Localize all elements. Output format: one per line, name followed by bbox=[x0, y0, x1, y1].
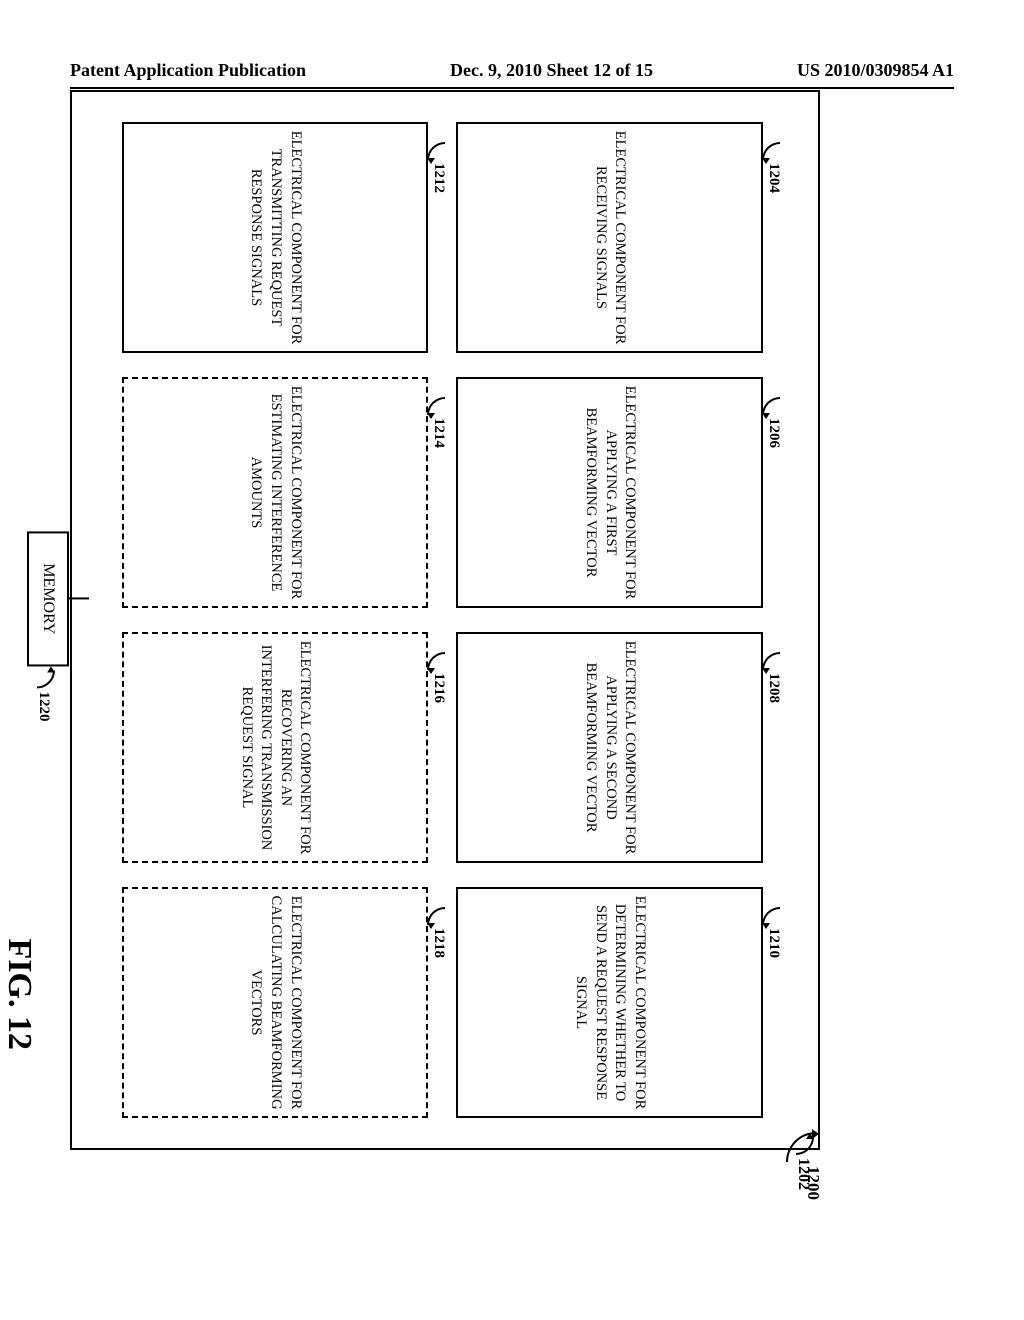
ref-1214: 1214 bbox=[431, 397, 449, 448]
cell-1206: 1206 ELECTRICAL COMPONENT FOR APPLYING A… bbox=[457, 377, 764, 608]
ref-1202: 1202 bbox=[794, 1137, 812, 1190]
cell-1216: 1216 ELECTRICAL COMPONENT FOR RECOVERING… bbox=[122, 632, 429, 863]
ref-1210: 1210 bbox=[765, 907, 783, 958]
cell-1212: 1212 ELECTRICAL COMPONENT FOR TRANSMITTI… bbox=[122, 122, 429, 353]
figure-label: FIG. 12 bbox=[0, 939, 38, 1050]
memory-connector bbox=[69, 598, 89, 600]
header-right: US 2010/0309854 A1 bbox=[797, 60, 954, 81]
block-1210: ELECTRICAL COMPONENT FOR DETERMINING WHE… bbox=[457, 887, 764, 1118]
system-1200: 1202 1204 ELECTRICAL COMPONENT FOR RECEI… bbox=[70, 90, 820, 1150]
block-1218: ELECTRICAL COMPONENT FOR CALCULATING BEA… bbox=[122, 887, 429, 1118]
cell-1204: 1204 ELECTRICAL COMPONENT FOR RECEIVING … bbox=[457, 122, 764, 353]
cell-1210: 1210 ELECTRICAL COMPONENT FOR DETERMININ… bbox=[457, 887, 764, 1118]
header-left: Patent Application Publication bbox=[70, 60, 306, 81]
header-center: Dec. 9, 2010 Sheet 12 of 15 bbox=[450, 60, 653, 81]
header-rule bbox=[70, 87, 954, 89]
memory-block: MEMORY bbox=[27, 531, 69, 666]
ref-1212: 1212 bbox=[431, 142, 449, 193]
ref-1204: 1204 bbox=[765, 142, 783, 193]
block-1214: ELECTRICAL COMPONENT FOR ESTIMATING INTE… bbox=[122, 377, 429, 608]
ref-1218: 1218 bbox=[431, 907, 449, 958]
cell-1214: 1214 ELECTRICAL COMPONENT FOR ESTIMATING… bbox=[122, 377, 429, 608]
diagram: 1200 1202 1204 ELECTRICAL COMPONENT FOR … bbox=[70, 90, 820, 1150]
block-1206: ELECTRICAL COMPONENT FOR APPLYING A FIRS… bbox=[457, 377, 764, 608]
block-1208: ELECTRICAL COMPONENT FOR APPLYING A SECO… bbox=[457, 632, 764, 863]
cell-1218: 1218 ELECTRICAL COMPONENT FOR CALCULATIN… bbox=[122, 887, 429, 1118]
component-grid: 1204 ELECTRICAL COMPONENT FOR RECEIVING … bbox=[122, 122, 763, 1118]
page: Patent Application Publication Dec. 9, 2… bbox=[0, 0, 1024, 1320]
ref-1208: 1208 bbox=[765, 652, 783, 703]
block-1212: ELECTRICAL COMPONENT FOR TRANSMITTING RE… bbox=[122, 122, 429, 353]
block-1204: ELECTRICAL COMPONENT FOR RECEIVING SIGNA… bbox=[457, 122, 764, 353]
memory-wrap: MEMORY 1220 bbox=[27, 531, 89, 666]
block-1216: ELECTRICAL COMPONENT FOR RECOVERING AN I… bbox=[122, 632, 429, 863]
ref-1206: 1206 bbox=[765, 397, 783, 448]
ref-1216: 1216 bbox=[431, 652, 449, 703]
ref-1220: 1220 bbox=[35, 670, 53, 721]
cell-1208: 1208 ELECTRICAL COMPONENT FOR APPLYING A… bbox=[457, 632, 764, 863]
page-header: Patent Application Publication Dec. 9, 2… bbox=[70, 60, 954, 81]
